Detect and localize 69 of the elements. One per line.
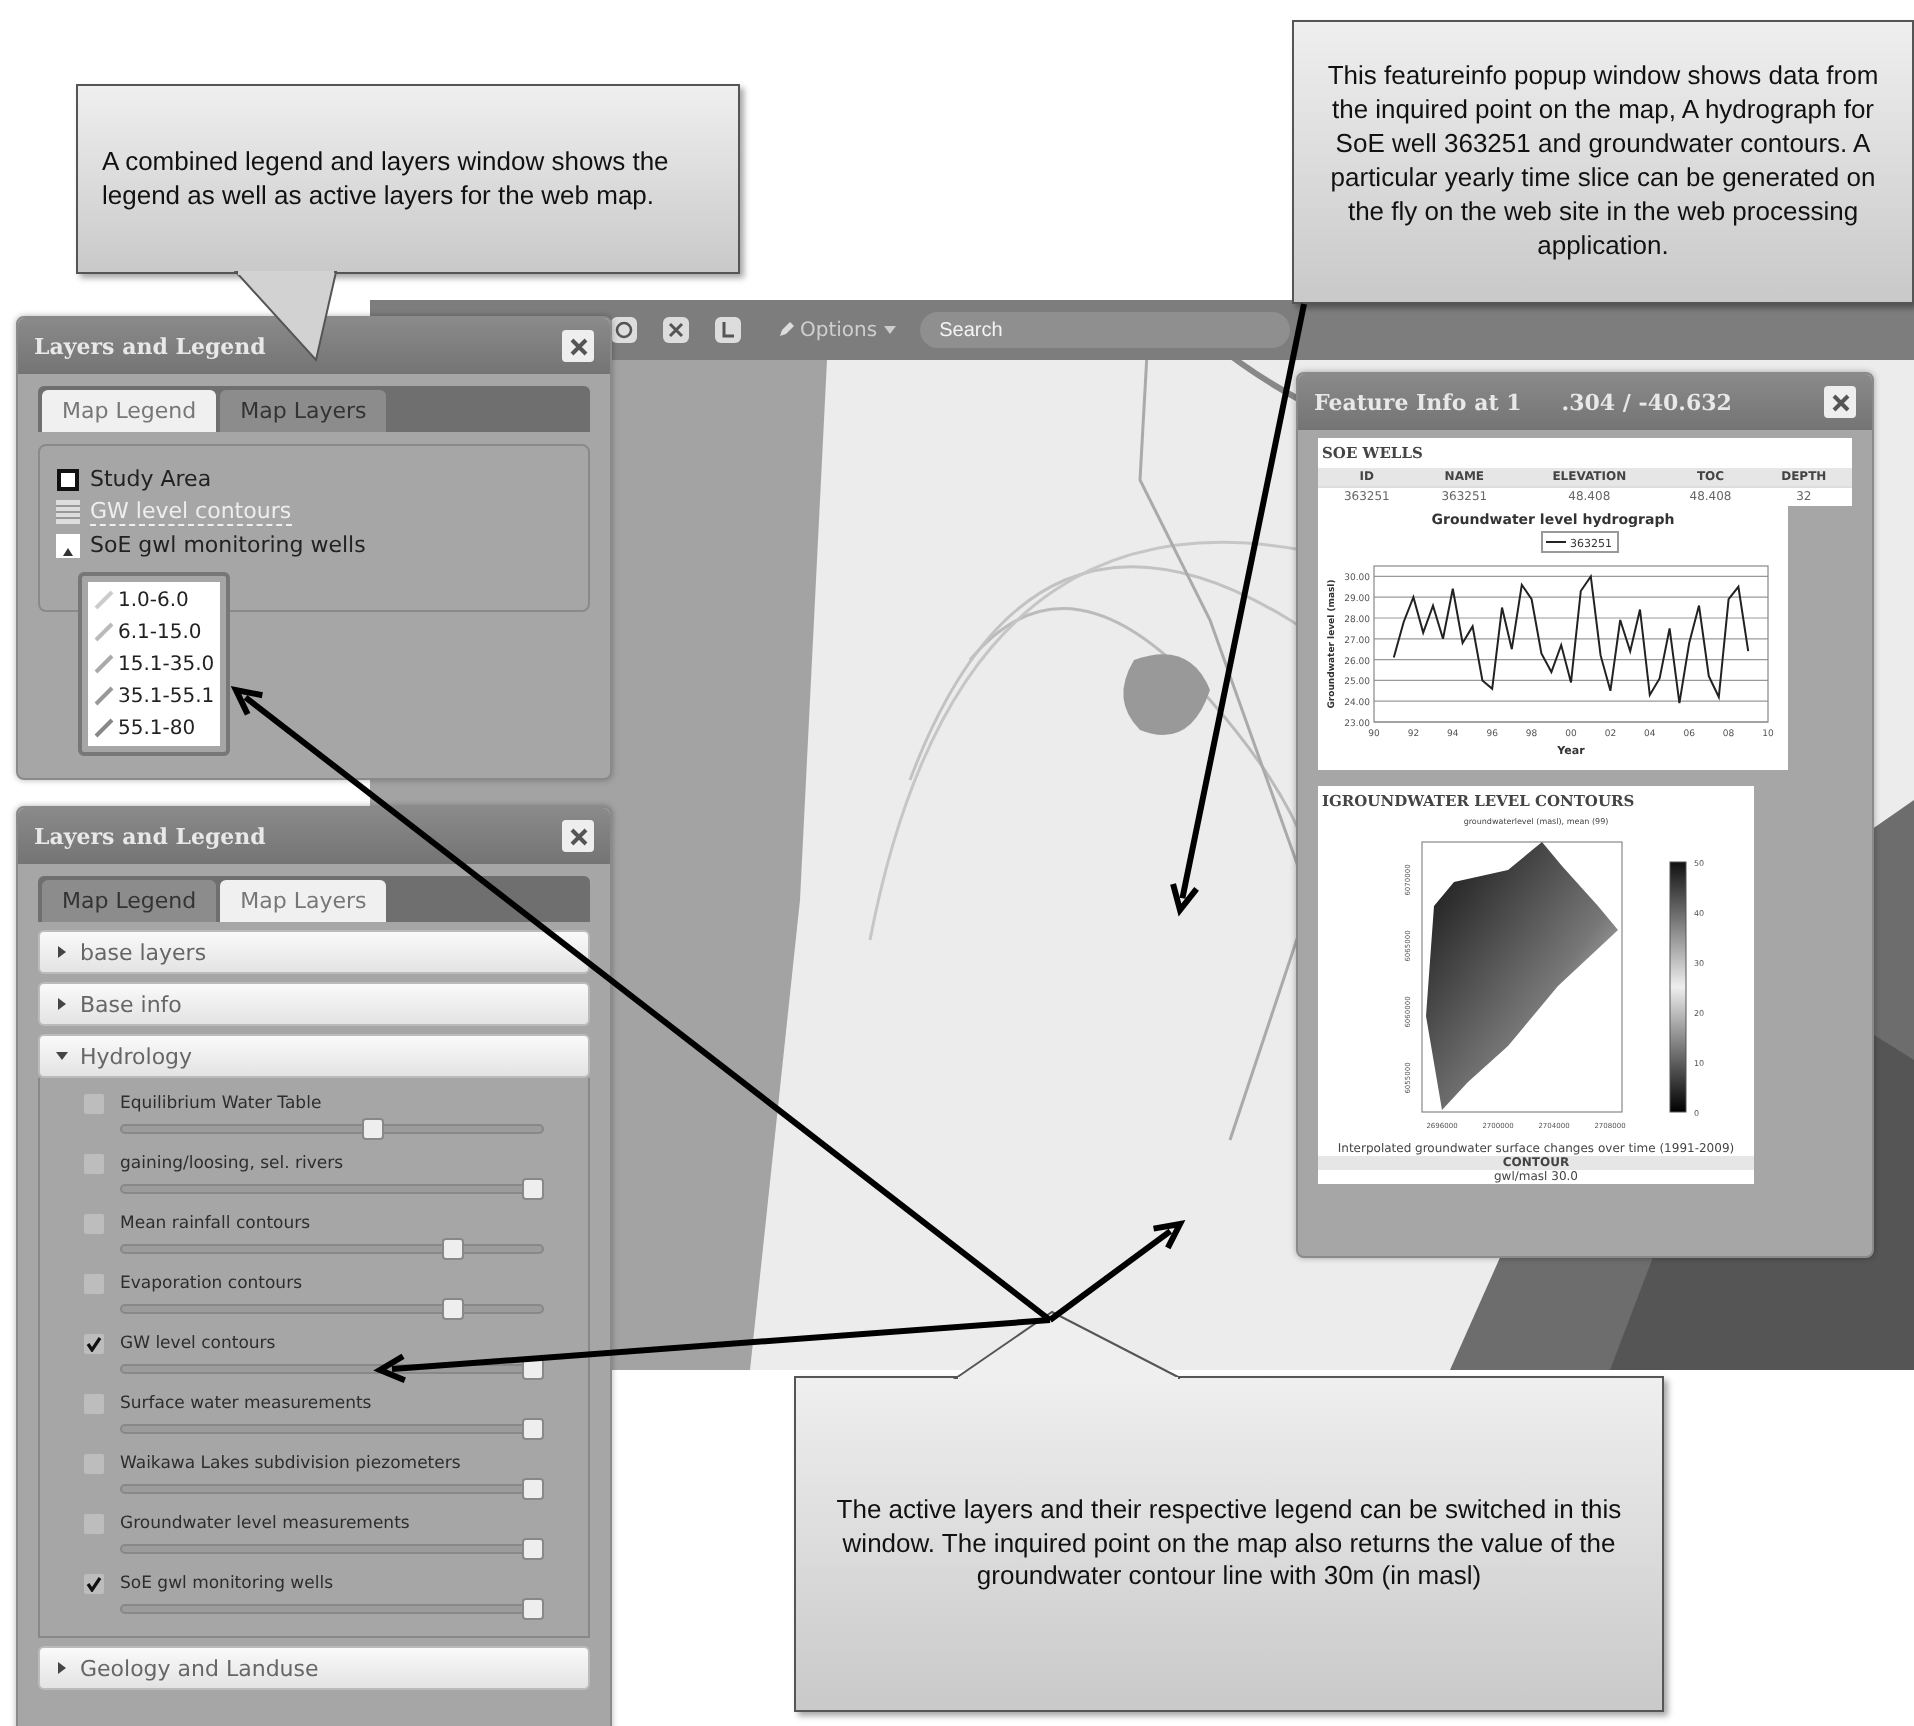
legend-link[interactable]: GW level contours <box>90 498 292 526</box>
contour-lines-icon <box>56 500 80 524</box>
accordion-header[interactable]: Base info <box>38 982 590 1026</box>
caret-icon <box>883 326 896 334</box>
study-area-icon <box>56 467 80 491</box>
layer-label: Evaporation contours <box>120 1273 302 1293</box>
class-label: 1.0-6.0 <box>118 589 189 611</box>
close-icon <box>569 337 587 355</box>
options-menu[interactable]: Options <box>778 319 896 341</box>
slider-thumb[interactable] <box>522 1418 544 1440</box>
layer-label: Mean rainfall contours <box>120 1213 311 1233</box>
close-button[interactable] <box>562 330 594 362</box>
close-icon <box>1831 393 1849 411</box>
accordion-header[interactable]: base layers <box>38 930 590 974</box>
opacity-slider[interactable] <box>120 1538 544 1560</box>
pencil-icon <box>778 322 794 338</box>
opacity-slider[interactable] <box>120 1598 544 1620</box>
triangle-icon <box>56 998 68 1010</box>
layer-label: Equilibrium Water Table <box>120 1093 322 1113</box>
window-title: .304 / -40.632 <box>1561 389 1732 415</box>
line-icon <box>94 718 114 738</box>
line-icon <box>94 590 114 610</box>
tab[interactable]: Map Layers <box>220 880 387 922</box>
slider-thumb[interactable] <box>361 1118 384 1140</box>
layer-label: GW level contours <box>120 1333 276 1353</box>
window-title: Layers and Legend <box>34 333 266 359</box>
tab[interactable]: Map Legend <box>42 390 217 432</box>
slider-thumb[interactable] <box>441 1238 464 1260</box>
slider-thumb[interactable] <box>522 1538 544 1560</box>
accordion-header[interactable]: Hydrology <box>38 1034 590 1078</box>
line-icon <box>94 622 114 642</box>
slider-thumb[interactable] <box>522 1178 544 1200</box>
checkbox[interactable] <box>84 1333 104 1353</box>
opacity-slider[interactable] <box>120 1358 544 1380</box>
line-icon <box>94 686 114 706</box>
window-title: Layers and Legend <box>34 823 266 849</box>
slider-thumb[interactable] <box>522 1598 544 1620</box>
search-field[interactable]: Search <box>919 312 1290 348</box>
legend-label: Study Area <box>90 466 212 492</box>
triangle-icon <box>56 1662 68 1674</box>
layer-label: gaining/loosing, sel. rivers <box>120 1153 344 1173</box>
slider-thumb[interactable] <box>522 1478 544 1500</box>
layer-label: Groundwater level measurements <box>120 1513 410 1533</box>
layer-label: Waikawa Lakes subdivision piezometers <box>120 1453 461 1473</box>
layer-label: SoE gwl monitoring wells <box>120 1573 334 1593</box>
legend-label: SoE gwl monitoring wells <box>90 532 366 558</box>
callout-text: The active layers and their respective legend can be switched in this window. The inquired point on the map also returns the value of the groundwater contour line with 30m (in masl) <box>834 1493 1624 1595</box>
callout-text: This featureinfo popup window shows data from the inquired point on the map, A hydrograph for SoE well 363251 and groundwater contours. A particular yearly time slice can be generated on the fly on the web site in the web processing application. <box>1325 60 1881 264</box>
layer-label: Surface water measurements <box>120 1393 372 1413</box>
checkbox[interactable] <box>84 1573 104 1593</box>
opacity-slider[interactable] <box>120 1478 544 1500</box>
tab[interactable]: Map Legend <box>42 880 217 922</box>
close-button[interactable] <box>1824 386 1856 418</box>
tab[interactable]: Map Layers <box>220 390 387 432</box>
close-icon <box>569 827 587 845</box>
triangle-icon <box>56 1050 68 1062</box>
opacity-slider[interactable] <box>120 1178 544 1200</box>
close-button[interactable] <box>562 820 594 852</box>
slider-thumb[interactable] <box>441 1298 464 1320</box>
class-label: 6.1-15.0 <box>118 621 202 643</box>
line-icon <box>94 654 114 674</box>
class-label: 15.1-35.0 <box>118 653 215 675</box>
window-title: Feature Info at 1 <box>1314 389 1522 415</box>
class-label: 35.1-55.1 <box>118 685 215 707</box>
callout-text: A combined legend and layers window shows the legend as well as active layers for the web map. <box>102 145 671 213</box>
accordion-header[interactable]: Geology and Landuse <box>38 1646 590 1690</box>
opacity-slider[interactable] <box>120 1418 544 1440</box>
class-label: 55.1-80 <box>118 717 196 739</box>
triangle-icon <box>56 946 68 958</box>
